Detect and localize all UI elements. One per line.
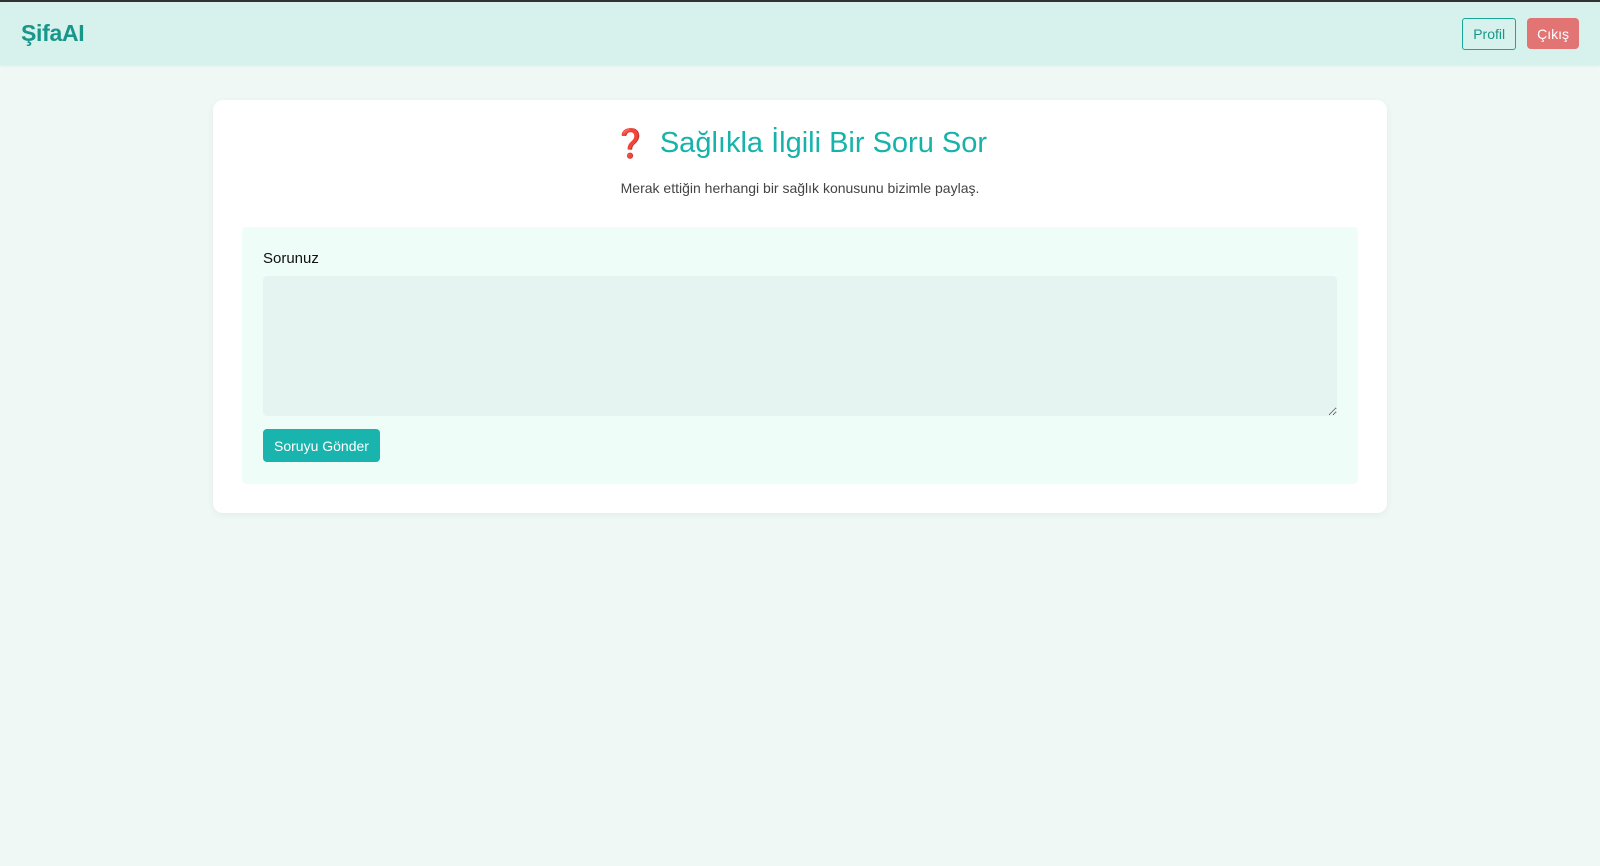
question-label: Sorunuz xyxy=(263,250,319,267)
question-textarea[interactable] xyxy=(263,276,1337,416)
question-mark-icon: ❓ xyxy=(612,128,648,159)
brand-logo[interactable]: ŞifaAI xyxy=(21,20,85,47)
submit-question-button[interactable]: Soruyu Gönder xyxy=(263,429,380,462)
page-title-text: Sağlıkla İlgili Bir Soru Sor xyxy=(659,127,988,159)
page-subtitle: Merak ettiğin herhangi bir sağlık konusu… xyxy=(620,180,980,196)
profile-button[interactable]: Profil xyxy=(1462,17,1517,50)
page-title: ❓ Sağlıkla İlgili Bir Soru Sor xyxy=(213,127,1387,160)
question-form: Sorunuz Soruyu Gönder xyxy=(242,227,1358,484)
logout-button[interactable]: Çıkış xyxy=(1527,18,1579,49)
question-card: ❓ Sağlıkla İlgili Bir Soru Sor Merak ett… xyxy=(213,100,1387,513)
nav-actions: Profil Çıkış xyxy=(1462,17,1579,50)
navbar: ŞifaAI Profil Çıkış xyxy=(0,2,1600,65)
